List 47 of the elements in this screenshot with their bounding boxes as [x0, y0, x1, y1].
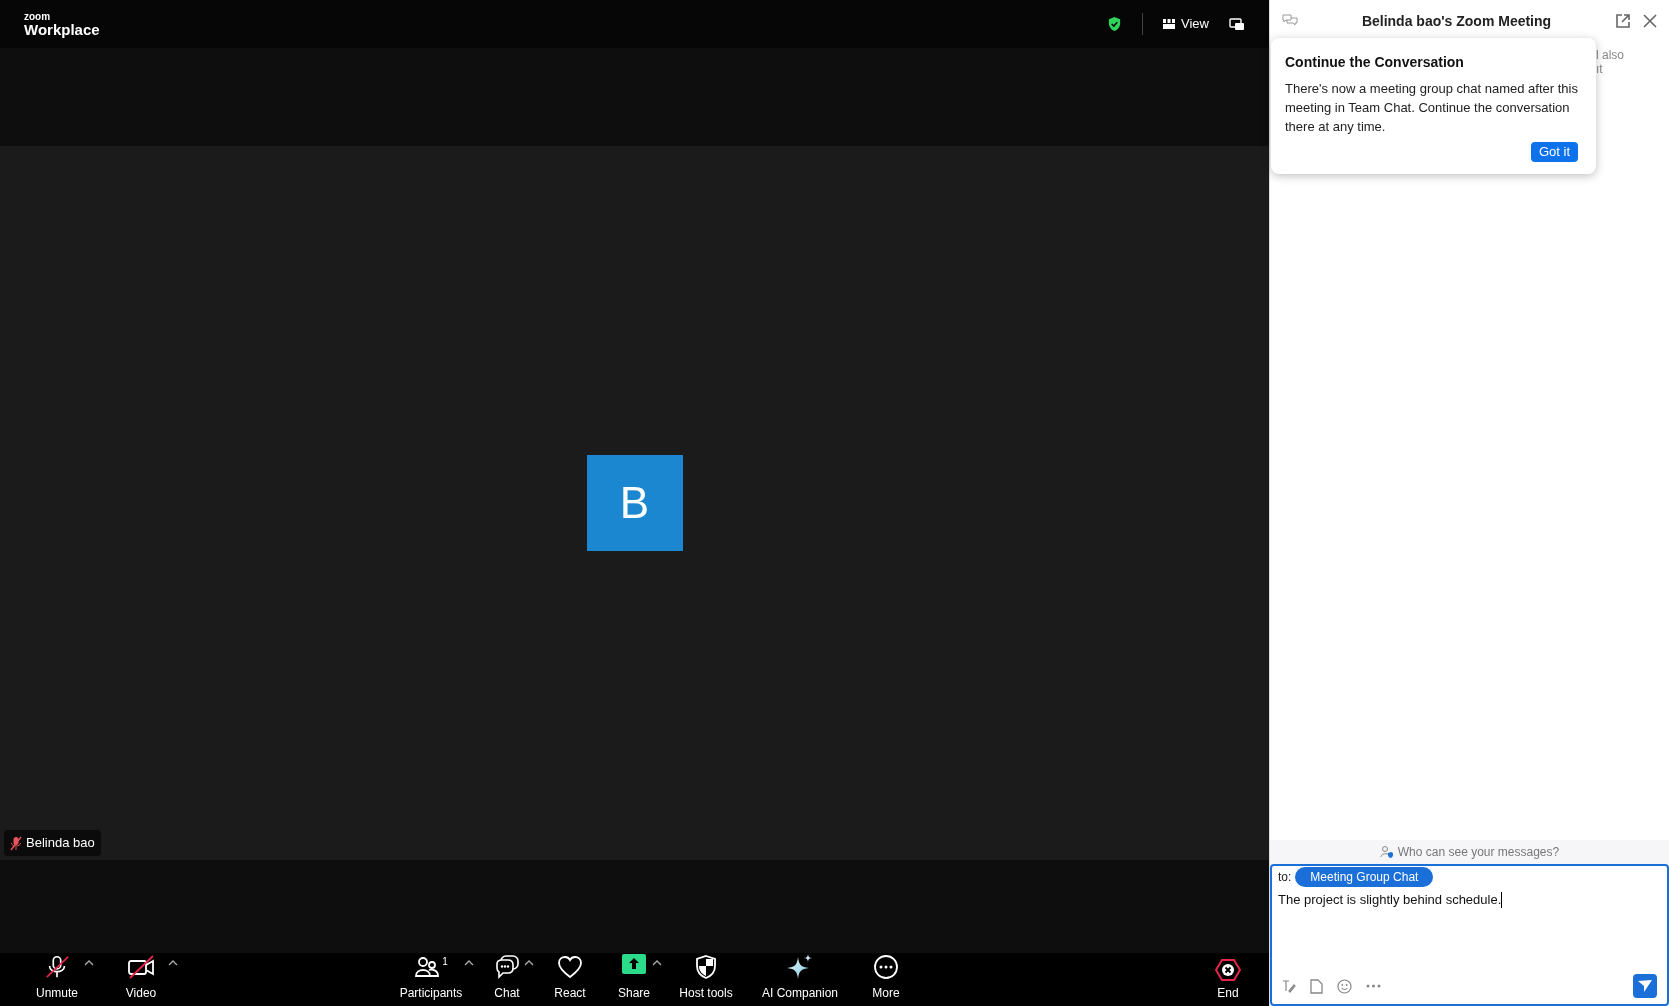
caret-icon[interactable] [524, 960, 534, 966]
message-composer[interactable]: to: Meeting Group Chat The project is slightly behind schedule. [1270, 864, 1669, 1006]
to-label: to: [1278, 869, 1292, 886]
brand-name: Workplace [24, 21, 100, 37]
format-icon[interactable] [1282, 979, 1296, 993]
host-button[interactable]: Host tools [668, 954, 744, 1002]
shield-icon [1107, 16, 1123, 32]
caret-icon[interactable] [168, 960, 178, 966]
person-shield-icon [1379, 845, 1394, 859]
end-button[interactable]: End [1203, 958, 1253, 1002]
share-button[interactable]: Share [606, 954, 662, 1002]
send-icon[interactable] [1633, 974, 1657, 998]
participant-count: 1 [442, 955, 448, 969]
file-icon[interactable] [1310, 978, 1323, 994]
more-icon[interactable] [1366, 984, 1381, 988]
popover-title: Continue the Conversation [1285, 53, 1465, 72]
caret-icon[interactable] [652, 960, 662, 966]
caret-icon[interactable] [464, 960, 474, 966]
recipient-chip[interactable]: Meeting Group Chat [1295, 867, 1434, 887]
more-button[interactable]: More [856, 954, 916, 1002]
grid-icon [1163, 19, 1176, 29]
popover-text: There's now a meeting group chat named after this meeting in Team Chat. Continue the conversation there at any time. [1285, 80, 1578, 136]
participant-name: Belinda bao [26, 834, 95, 853]
people-icon [414, 954, 441, 980]
more-icon [873, 954, 899, 980]
end-icon [1215, 958, 1241, 982]
pop-out-icon[interactable] [1615, 13, 1631, 29]
chat-button[interactable]: Chat [480, 954, 534, 1002]
react-button[interactable]: React [540, 954, 600, 1002]
caret-icon[interactable] [84, 960, 94, 966]
video-button[interactable]: Video [104, 954, 178, 1002]
chat-text-fragment: l also [1596, 48, 1624, 62]
avatar: B [586, 455, 683, 551]
window-icon[interactable] [1229, 17, 1245, 31]
heart-icon [557, 954, 583, 980]
emoji-icon[interactable] [1337, 978, 1352, 994]
ai-button[interactable]: AI Companion [750, 954, 850, 1002]
mic-button[interactable]: Unmute [20, 954, 94, 1002]
message-text: The project is slightly behind schedule. [1278, 891, 1502, 909]
chat-text-fragment: ıt [1596, 62, 1604, 76]
brand-logo-text: zoom [24, 11, 52, 22]
got-it-button[interactable]: Got it [1530, 142, 1578, 162]
close-icon[interactable] [1643, 14, 1657, 28]
view-button[interactable]: View [1163, 14, 1209, 34]
chat-panel-title: Belinda bao's Zoom Meeting [1360, 11, 1553, 31]
shield-icon [695, 954, 717, 980]
participants-button[interactable]: 1 Participants [388, 954, 474, 1002]
